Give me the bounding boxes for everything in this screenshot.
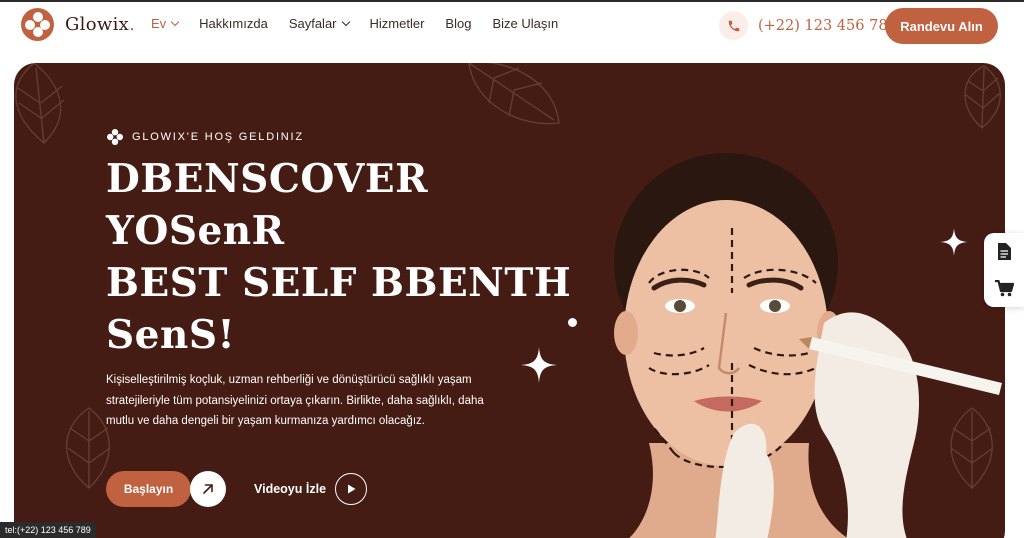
chevron-down-icon <box>341 17 350 26</box>
brand-name: Glowix. <box>65 14 136 35</box>
hero-headline: DBENSCOVER YOSenR BEST SELF BBENTH SenS! <box>106 153 571 361</box>
book-appointment-button[interactable]: Randevu Alın <box>885 8 998 44</box>
hero-description: Kişiselleştirilmiş koçluk, uzman rehberl… <box>106 374 484 427</box>
headline-line: YOSenR <box>106 208 285 254</box>
floating-toolbar <box>984 233 1024 307</box>
main-nav: Ev Hakkımızda Sayfalar Hizmetler Blog Bi… <box>151 16 579 31</box>
flower-icon <box>107 129 123 145</box>
nav-item-pages[interactable]: Sayfalar <box>289 16 350 31</box>
phone-icon <box>719 11 748 40</box>
nav-item-home[interactable]: Ev <box>151 16 180 31</box>
nav-item-blog[interactable]: Blog <box>445 16 471 31</box>
leaf-decoration-icon <box>468 63 560 125</box>
get-started-button[interactable]: Başlayın <box>106 471 226 507</box>
headline-line: BEST SELF BBENTH <box>106 260 572 306</box>
headline-line: SenS! <box>106 312 236 358</box>
sparkle-icon <box>521 347 557 383</box>
phone-link[interactable]: (+22) 123 456 789 <box>719 11 897 40</box>
nav-item-contact[interactable]: Bize Ulaşın <box>492 16 558 31</box>
nav-item-services[interactable]: Hizmetler <box>370 16 425 31</box>
watch-video-label: Videoyu İzle <box>254 482 327 496</box>
logo[interactable]: Glowix. <box>21 8 135 41</box>
chevron-down-icon <box>170 17 180 26</box>
flower-logo-icon <box>21 8 54 41</box>
play-icon <box>335 473 368 505</box>
watch-video-button[interactable]: Videoyu İzle <box>254 473 368 505</box>
leaf-decoration-icon <box>15 63 65 144</box>
phone-number: (+22) 123 456 789 <box>758 17 897 34</box>
hero-model-image <box>614 153 1002 538</box>
link-hover-status: tel:(+22) 123 456 789 <box>0 522 96 538</box>
cart-icon[interactable] <box>984 270 1024 307</box>
get-started-label: Başlayın <box>106 471 191 507</box>
site-header: Glowix. Ev Hakkımızda Sayfalar Hizmetler… <box>0 2 1024 48</box>
leaf-decoration-icon <box>964 65 1001 129</box>
hero-section: GLOWIX'E HOŞ GELDINIZ DBENSCOVER YOSenR … <box>14 63 1005 538</box>
eyebrow-text: GLOWIX'E HOŞ GELDINIZ <box>132 131 304 143</box>
headline-line: DBENSCOVER <box>106 156 429 202</box>
document-icon[interactable] <box>984 233 1024 270</box>
nav-item-about[interactable]: Hakkımızda <box>199 16 268 31</box>
welcome-eyebrow: GLOWIX'E HOŞ GELDINIZ <box>106 128 304 146</box>
arrow-up-right-icon[interactable] <box>190 471 226 507</box>
